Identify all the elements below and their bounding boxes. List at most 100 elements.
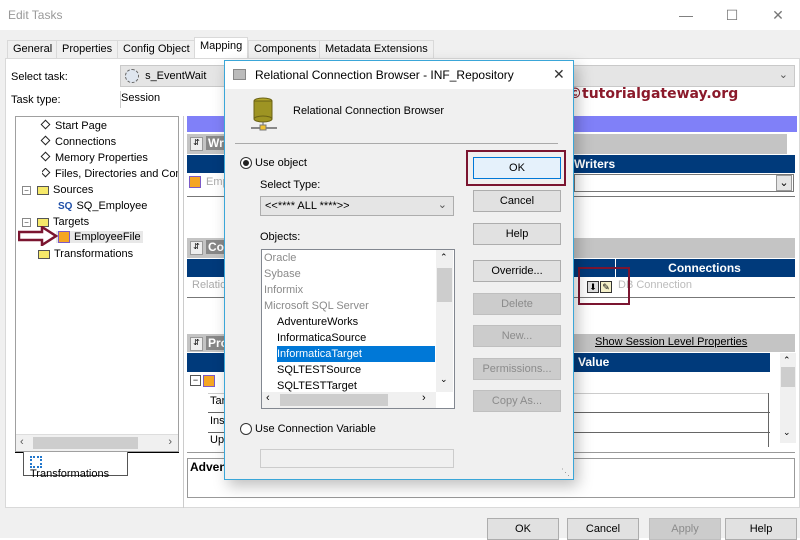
list-item-selected[interactable]: InformaticaTarget (277, 346, 435, 362)
list-item[interactable]: Informix (264, 282, 303, 298)
tab-mapping[interactable]: Mapping (194, 37, 249, 59)
footer-help-button[interactable]: Help (725, 518, 797, 540)
select-type-label: Select Type: (260, 179, 321, 191)
list-item[interactable]: Oracle (264, 250, 296, 266)
list-item[interactable]: InformaticaSource (277, 330, 366, 346)
tree-item-sq-employee[interactable]: SQ SQ_Employee (58, 200, 147, 212)
value-header: Value (578, 355, 610, 369)
tree-item-start-page[interactable]: Start Page (40, 119, 107, 132)
footer-apply-button[interactable]: Apply (649, 518, 721, 540)
title-bar: Edit Tasks — ☐ ✕ (0, 0, 800, 30)
scroll-thumb[interactable] (280, 394, 388, 406)
close-button[interactable]: ✕ (764, 4, 792, 26)
scroll-left-icon[interactable]: ‹ (20, 436, 24, 448)
cancel-button[interactable]: Cancel (473, 190, 561, 212)
footer-cancel-button[interactable]: Cancel (567, 518, 639, 540)
tab-transformations[interactable]: Transformations (23, 452, 128, 480)
connections-header: Connections (615, 259, 793, 277)
writers-header-label: Writers (574, 157, 616, 171)
new-button[interactable]: New... (473, 325, 561, 347)
dialog-title-bar: Relational Connection Browser - INF_Repo… (225, 61, 573, 89)
use-connection-variable-radio[interactable]: Use Connection Variable (240, 423, 376, 436)
minimize-button[interactable]: — (672, 4, 700, 26)
scroll-left-icon[interactable]: ‹ (266, 392, 270, 404)
chevron-down-icon: ⌄ (778, 69, 788, 81)
scroll-right-icon[interactable]: › (168, 436, 172, 448)
connections-collapse-icon[interactable]: ⇵ (190, 241, 203, 255)
sq-icon: SQ (58, 201, 73, 212)
tree-item-employee-file[interactable]: EmployeeFile (56, 231, 143, 244)
select-task-value: s_EventWait (145, 69, 207, 82)
splitter[interactable] (183, 116, 184, 508)
scroll-thumb[interactable] (33, 437, 138, 449)
scroll-down-icon[interactable]: ⌄ (440, 374, 448, 385)
highlight-box-connection (578, 267, 630, 305)
tab-config-object[interactable]: Config Object (117, 40, 196, 58)
dialog-close-icon[interactable]: ✕ (553, 66, 565, 83)
tree-horizontal-scrollbar[interactable]: ‹ › (16, 434, 178, 451)
minimize-icon: — (679, 7, 693, 23)
tab-properties[interactable]: Properties (56, 40, 119, 58)
tab-metadata-extensions[interactable]: Metadata Extensions (319, 40, 434, 58)
show-session-props-link[interactable]: Show Session Level Properties (595, 336, 747, 348)
tree-item-sources[interactable]: − Sources (22, 184, 93, 196)
help-button[interactable]: Help (473, 223, 561, 245)
dialog-heading: Relational Connection Browser (293, 105, 445, 117)
dialog-divider (235, 143, 558, 144)
connection-variable-input[interactable] (260, 449, 454, 468)
tree-item-transformations[interactable]: Transformations (38, 248, 133, 260)
task-type-value: Session (120, 91, 230, 108)
footer-ok-button[interactable]: OK (487, 518, 559, 540)
dialog-title: Relational Connection Browser - INF_Repo… (255, 68, 514, 82)
writers-collapse-icon[interactable]: ⇵ (190, 137, 203, 151)
writer-target-icon (189, 176, 201, 188)
list-item[interactable]: Microsoft SQL Server (264, 298, 369, 314)
objects-horizontal-scrollbar[interactable]: ‹ › (262, 392, 436, 408)
tree-item-files-directories[interactable]: Files, Directories and Commands (42, 168, 178, 180)
permissions-button[interactable]: Permissions... (473, 358, 561, 380)
dialog-app-icon (233, 69, 246, 80)
tree-label: Connections (55, 136, 117, 148)
use-object-radio[interactable]: Use object (240, 157, 307, 170)
use-conn-var-label: Use Connection Variable (255, 423, 376, 435)
select-type-dropdown[interactable]: <<**** ALL ****>> ⌄ (260, 196, 454, 216)
objects-listbox[interactable]: Oracle Sybase Informix Microsoft SQL Ser… (261, 249, 455, 409)
list-item[interactable]: AdventureWorks (277, 314, 358, 330)
tree-item-connections[interactable]: Connections (40, 135, 117, 148)
properties-collapse-icon[interactable]: ⇵ (190, 337, 203, 351)
scroll-thumb[interactable] (781, 367, 795, 387)
relational-connection-browser-dialog: Relational Connection Browser - INF_Repo… (224, 60, 574, 480)
scroll-down-icon[interactable]: ⌄ (783, 427, 791, 438)
select-type-value: <<**** ALL ****>> (265, 200, 350, 212)
objects-label: Objects: (260, 231, 301, 243)
maximize-button[interactable]: ☐ (718, 4, 746, 26)
objects-vertical-scrollbar[interactable]: ⌃ ⌄ (436, 250, 453, 392)
scroll-up-icon[interactable]: ⌃ (440, 252, 448, 263)
collapse-icon[interactable]: − (22, 185, 31, 195)
expand-properties-icon[interactable]: − (190, 375, 201, 386)
list-item[interactable]: SQLTESTSource (277, 362, 361, 378)
watermark: ©tutorialgateway.org (568, 86, 739, 102)
list-item[interactable]: Sybase (264, 266, 301, 282)
maximize-icon: ☐ (725, 7, 739, 23)
tree-label: SQ_Employee (76, 200, 148, 212)
tree-item-memory-properties[interactable]: Memory Properties (40, 151, 148, 164)
resize-grip-icon[interactable]: ⋱ (561, 467, 570, 478)
scroll-up-icon[interactable]: ⌃ (783, 355, 791, 366)
tab-components[interactable]: Components (248, 40, 323, 58)
override-button[interactable]: Override... (473, 260, 561, 282)
chevron-down-icon: ⌄ (776, 175, 792, 191)
delete-button[interactable]: Delete (473, 293, 561, 315)
tree-label: Targets (53, 216, 90, 228)
scroll-thumb[interactable] (437, 268, 452, 302)
highlight-box-ok (466, 150, 566, 186)
tab-general[interactable]: General (7, 40, 59, 58)
writers-dropdown[interactable]: ⌄ (574, 174, 794, 192)
properties-vertical-scrollbar[interactable]: ⌃ ⌄ (780, 353, 796, 443)
prop-row-label: Up (210, 434, 225, 446)
tree-label: EmployeeFile (74, 231, 141, 243)
copy-as-button[interactable]: Copy As... (473, 390, 561, 412)
scroll-right-icon[interactable]: › (422, 392, 426, 404)
diamond-icon (40, 119, 51, 130)
radio-checked-icon (240, 157, 252, 170)
